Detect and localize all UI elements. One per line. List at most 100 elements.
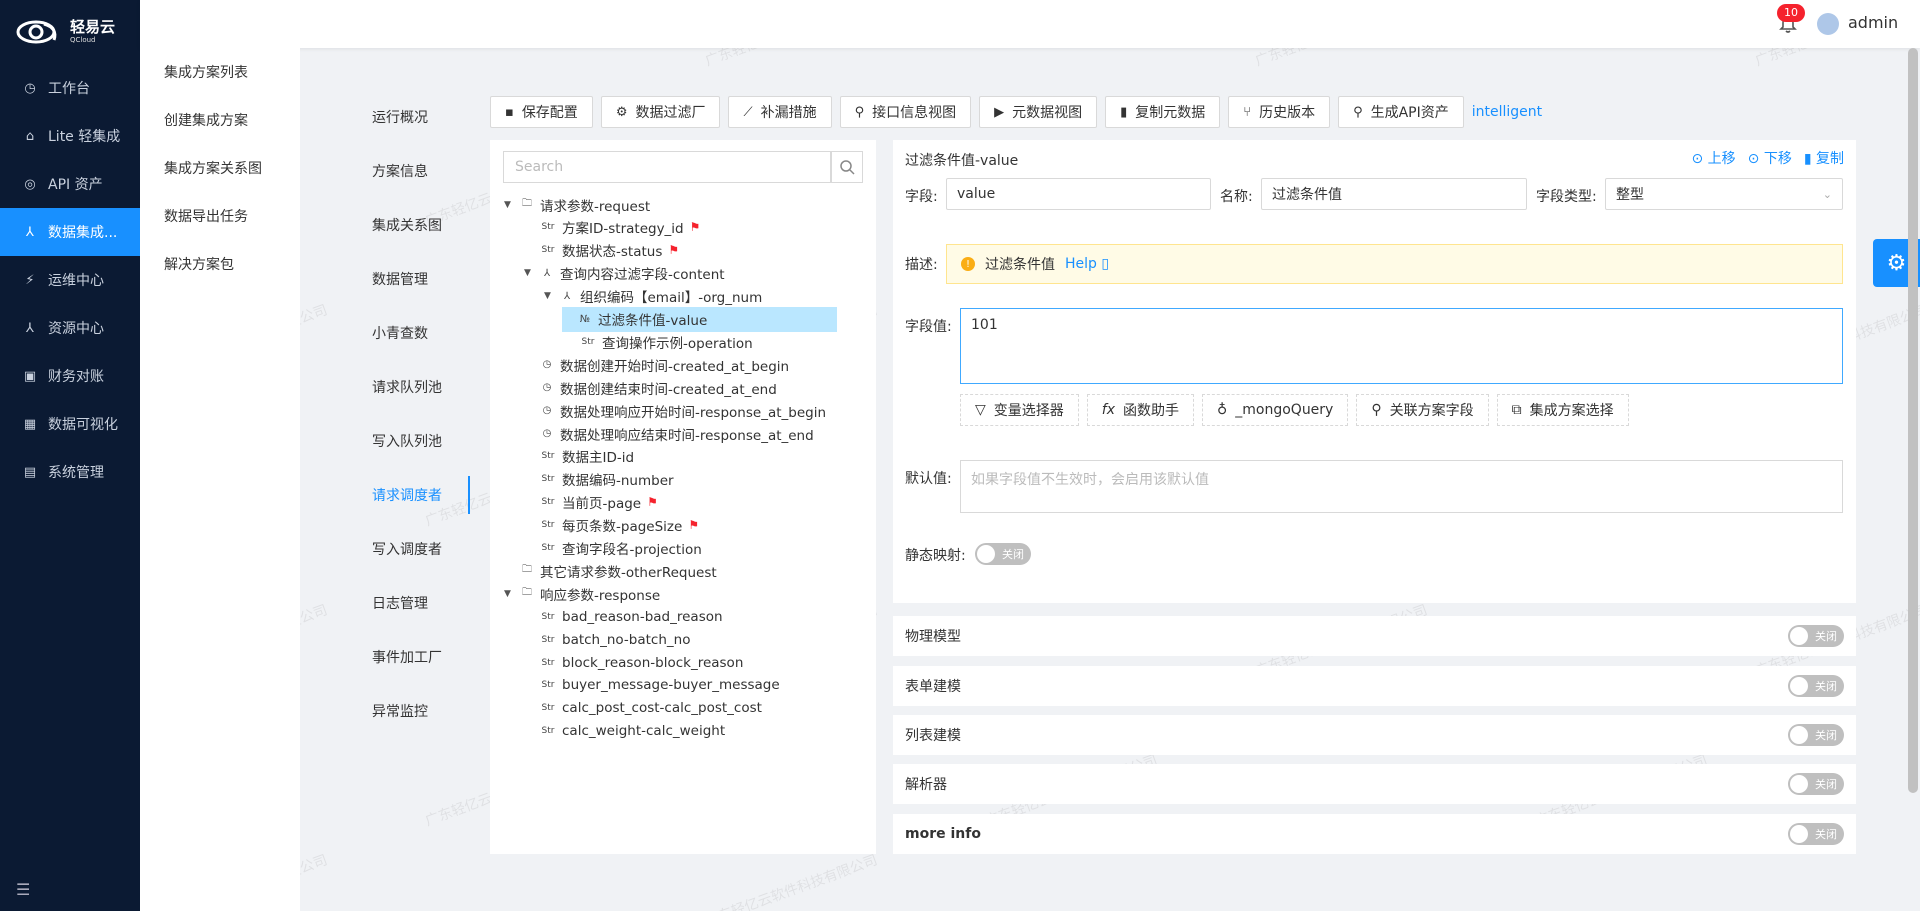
config-section[interactable]: 列表建模 关闭: [893, 715, 1856, 755]
tree-node[interactable]: Str 查询操作示例-operation: [564, 329, 753, 354]
scheme-tab[interactable]: 数据管理: [350, 252, 470, 306]
config-section[interactable]: 解析器 关闭: [893, 764, 1856, 804]
tree-node[interactable]: ▼ 🗀 响应参数-response: [504, 581, 660, 606]
scheme-tab[interactable]: 日志管理: [350, 576, 470, 630]
tree-node[interactable]: ◷ 数据处理响应结束时间-response_at_end: [524, 421, 814, 446]
config-section[interactable]: more info 关闭: [893, 814, 1856, 854]
page-scrollbar[interactable]: [1908, 48, 1918, 793]
subnav-item[interactable]: 解决方案包: [140, 240, 300, 288]
search-icon[interactable]: [831, 151, 863, 183]
scheme-tab[interactable]: 写入调度者: [350, 522, 470, 576]
caret-down-icon[interactable]: ▼: [524, 268, 534, 278]
tree-node[interactable]: ▼ ⅄ 查询内容过滤字段-content: [524, 261, 725, 286]
subnav-item[interactable]: 集成方案列表: [140, 48, 300, 96]
tree-node[interactable]: № 过滤条件值-value: [562, 306, 838, 332]
tree-node[interactable]: ◷ 数据创建结束时间-created_at_end: [524, 375, 777, 400]
sidenav-item[interactable]: ◎ API 资产: [0, 160, 140, 208]
tree-node[interactable]: Str 数据编码-number: [524, 467, 674, 492]
section-switch[interactable]: 关闭: [1788, 823, 1844, 845]
copy-button[interactable]: ▮ 复制: [1804, 148, 1844, 168]
tree-node[interactable]: ◷ 数据创建开始时间-created_at_begin: [524, 352, 790, 377]
section-switch[interactable]: 关闭: [1788, 773, 1844, 795]
help-link[interactable]: Help ▯: [1065, 256, 1109, 272]
sidenav-item[interactable]: ▤ 系统管理: [0, 448, 140, 496]
helper-button[interactable]: ♁ _mongoQuery: [1202, 394, 1349, 426]
type-select[interactable]: 整型 ⌄: [1605, 178, 1843, 210]
tree-node[interactable]: Str calc_weight-calc_weight: [524, 719, 726, 744]
scheme-tabs: 运行概况 方案信息 集成关系图 数据管理 小青查数 请求队列池 写入队列池 请求调度者 写入调度…: [350, 90, 470, 738]
section-switch[interactable]: 关闭: [1788, 724, 1844, 746]
tree-node[interactable]: ▼ ⅄ 组织编码【email】-org_num: [544, 284, 762, 309]
name-input[interactable]: 过滤条件值: [1261, 178, 1527, 210]
caret-down-icon[interactable]: ▼: [504, 200, 514, 210]
config-section[interactable]: 表单建模 关闭: [893, 666, 1856, 706]
avatar[interactable]: [1817, 13, 1839, 35]
intelligent-link[interactable]: intelligent: [1472, 104, 1542, 120]
toolbar-button[interactable]: ▮ 复制元数据: [1105, 96, 1221, 128]
scheme-tab[interactable]: 请求调度者: [350, 468, 470, 522]
value-textarea[interactable]: 101: [960, 308, 1843, 384]
toolbar-button[interactable]: ⚲ 生成API资产: [1338, 96, 1464, 128]
helper-button[interactable]: ⧉ 集成方案选择: [1496, 394, 1629, 426]
scheme-tab[interactable]: 事件加工厂: [350, 630, 470, 684]
tree-node[interactable]: 🗀 其它请求参数-otherRequest: [504, 558, 717, 583]
tree-node[interactable]: Str 当前页-page ⚑: [524, 490, 658, 515]
sidenav-item-label: 数据可视化: [48, 417, 118, 433]
tree-node[interactable]: Str block_reason-block_reason: [524, 650, 744, 675]
sidenav-item[interactable]: ⌂ Lite 轻集成: [0, 112, 140, 160]
section-switch[interactable]: 关闭: [1788, 675, 1844, 697]
section-switch[interactable]: 关闭: [1788, 625, 1844, 647]
scheme-tab[interactable]: 小青查数: [350, 306, 470, 360]
helper-button[interactable]: ⚲ 关联方案字段: [1356, 394, 1489, 426]
tree-node[interactable]: Str buyer_message-buyer_message: [524, 673, 780, 698]
collapse-menu-icon[interactable]: ☰: [16, 880, 30, 899]
helper-button[interactable]: ▽ 变量选择器: [960, 394, 1079, 426]
section-title: more info: [905, 826, 981, 842]
tree-node[interactable]: Str bad_reason-bad_reason: [524, 604, 723, 629]
toolbar-button[interactable]: ⚲ 接口信息视图: [839, 96, 972, 128]
scheme-tab[interactable]: 方案信息: [350, 144, 470, 198]
toolbar-button[interactable]: ▪ 保存配置: [490, 96, 593, 128]
tree-node[interactable]: Str calc_post_cost-calc_post_cost: [524, 696, 762, 721]
scheme-tab[interactable]: 集成关系图: [350, 198, 470, 252]
sidenav-item[interactable]: ⅄ 资源中心: [0, 304, 140, 352]
scheme-tab[interactable]: 请求队列池: [350, 360, 470, 414]
subnav-item[interactable]: 集成方案关系图: [140, 144, 300, 192]
tree-node[interactable]: Str 方案ID-strategy_id ⚑: [524, 215, 701, 240]
desc-label: 描述:: [905, 257, 938, 273]
config-section[interactable]: 物理模型 关闭: [893, 616, 1856, 656]
tree-node[interactable]: Str 数据主ID-id: [524, 444, 635, 469]
scheme-tab[interactable]: 运行概况: [350, 90, 470, 144]
field-input[interactable]: value: [946, 178, 1211, 210]
sidenav-item[interactable]: ▦ 数据可视化: [0, 400, 140, 448]
toolbar-button[interactable]: ⚙ 数据过滤厂: [600, 96, 721, 128]
help-label: Help: [1065, 256, 1097, 272]
tree-node[interactable]: ◷ 数据处理响应开始时间-response_at_begin: [524, 398, 826, 423]
tree-node[interactable]: Str 数据状态-status ⚑: [524, 238, 680, 263]
string-type-icon: Str: [541, 726, 555, 737]
caret-down-icon[interactable]: ▼: [544, 291, 554, 301]
tree-node[interactable]: ▼ 🗀 请求参数-request: [504, 192, 650, 217]
toolbar-button[interactable]: ⑂ 历史版本: [1228, 96, 1331, 128]
scheme-tab[interactable]: 异常监控: [350, 684, 470, 738]
sidenav-item[interactable]: ◷ 工作台: [0, 64, 140, 112]
tree-node[interactable]: Str 查询字段名-projection: [524, 536, 702, 561]
helper-button[interactable]: fx 函数助手: [1086, 394, 1194, 426]
static-map-switch[interactable]: 关闭: [975, 543, 1031, 565]
scheme-tab[interactable]: 写入队列池: [350, 414, 470, 468]
sidenav-item[interactable]: ⚡ 运维中心: [0, 256, 140, 304]
sidenav-item[interactable]: ▣ 财务对账: [0, 352, 140, 400]
sidenav-item[interactable]: ⅄ 数据集成...: [0, 208, 140, 256]
tree-node[interactable]: Str batch_no-batch_no: [524, 627, 691, 652]
username[interactable]: admin: [1848, 13, 1898, 32]
move-up-button[interactable]: ⊙ 上移: [1691, 148, 1735, 168]
default-textarea[interactable]: 如果字段值不生效时，会启用该默认值: [960, 460, 1843, 513]
subnav-item[interactable]: 数据导出任务: [140, 192, 300, 240]
toolbar-button[interactable]: ▶ 元数据视图: [979, 96, 1098, 128]
subnav-item[interactable]: 创建集成方案: [140, 96, 300, 144]
toolbar-button[interactable]: ⟋ 补漏措施: [728, 96, 832, 128]
tree-node[interactable]: Str 每页条数-pageSize ⚑: [524, 513, 700, 538]
caret-down-icon[interactable]: ▼: [504, 589, 514, 599]
move-down-button[interactable]: ⊙ 下移: [1748, 148, 1792, 168]
tree-search-input[interactable]: Search: [503, 151, 831, 183]
